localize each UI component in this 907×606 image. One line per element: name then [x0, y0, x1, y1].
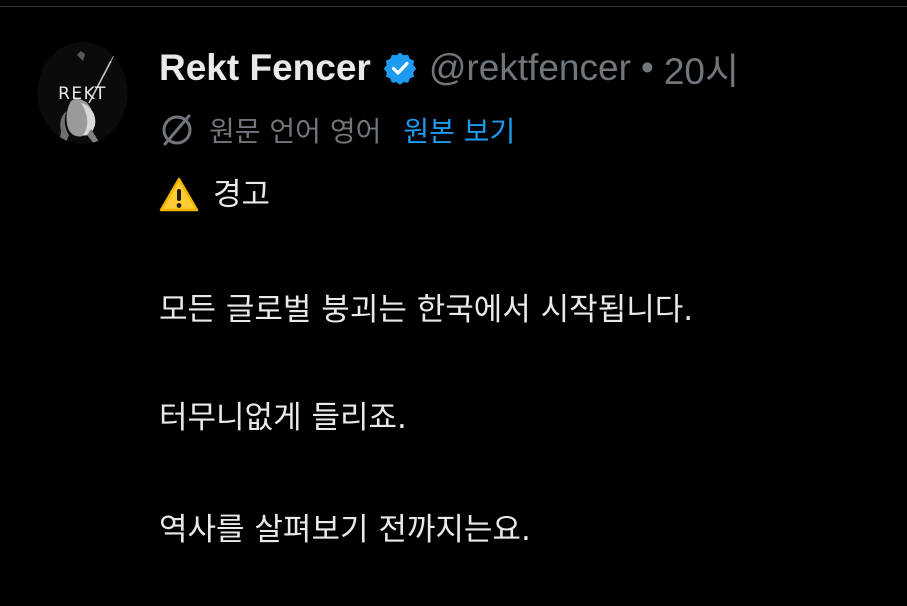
avatar-logo-text: REKT	[58, 84, 107, 104]
separator-dot: •	[640, 47, 654, 88]
author-display-name[interactable]: Rekt Fencer	[159, 47, 371, 89]
post[interactable]: REKT Rekt Fencer @rektfencer • 20시 원문 언어…	[0, 0, 907, 606]
translation-notice: 원문 언어 영어 원본 보기	[159, 108, 515, 152]
post-body-line-1: 모든 글로벌 붕괴는 한국에서 시작됩니다.	[159, 292, 694, 328]
translation-label: 원문 언어 영어	[209, 115, 382, 148]
warning-text: 경고	[213, 177, 271, 213]
translate-icon	[159, 112, 195, 148]
avatar[interactable]: REKT	[37, 41, 128, 146]
author-handle[interactable]: @rektfencer	[429, 47, 631, 89]
post-timestamp[interactable]: 20시	[664, 41, 739, 95]
verified-badge-icon[interactable]	[383, 51, 417, 85]
post-header: Rekt Fencer @rektfencer • 20시	[159, 42, 739, 94]
warning-line: 경고	[159, 175, 270, 215]
post-body-line-2: 터무니없게 들리죠.	[159, 400, 407, 436]
show-original-link[interactable]: 원본 보기	[403, 110, 515, 150]
post-body-line-3: 역사를 살펴보기 전까지는요.	[159, 512, 531, 548]
warning-icon	[159, 177, 199, 213]
